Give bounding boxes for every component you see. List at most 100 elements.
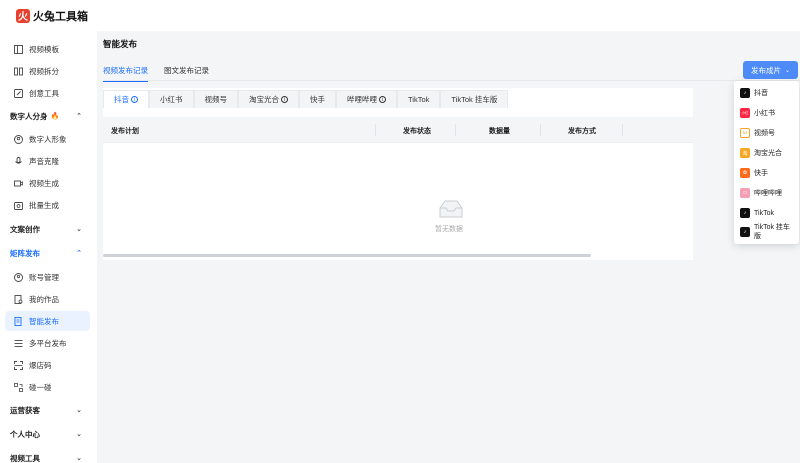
video-icon [13, 178, 23, 188]
platform-tab-label: 抖音 [114, 95, 129, 104]
sidebar-item-label: 碰一碰 [29, 382, 52, 392]
mic-icon [13, 156, 23, 166]
sidebar-item-batch-generate[interactable]: 批量生成 [5, 195, 90, 215]
sidebar-item-digital-avatar[interactable]: 数字人形象 [5, 129, 90, 149]
platform-tab-shipinhao[interactable]: 视频号 [193, 90, 238, 108]
main-content: 智能发布 视频发布记录 图文发布记录 发布成片 ⌄ 抖音 i 小红书 视频号 淘宝… [97, 31, 800, 463]
scan-icon [13, 360, 23, 370]
sidebar-group-operations[interactable]: 运营获客 ⌄ [0, 401, 97, 419]
platform-tab-bilibili[interactable]: 哔哩哔哩 i [336, 90, 397, 108]
empty-state-text: 暂无数据 [435, 226, 463, 233]
sidebar-item-my-works[interactable]: 我的作品 [5, 289, 90, 309]
tiktok-icon: ♪ [740, 208, 750, 218]
sidebar-item-shop-code[interactable]: 爆店码 [5, 355, 90, 375]
sidebar-group-digital-human[interactable]: 数字人分身 🔥 ⌃ [0, 107, 97, 125]
sidebar-group-label: 文案创作 [10, 224, 40, 234]
dropdown-item-douyin[interactable]: ♪ 抖音 [740, 85, 796, 101]
sidebar-item-label: 批量生成 [29, 200, 59, 210]
dropdown-item-label: 小红书 [754, 110, 775, 117]
sidebar-item-label: 视频生成 [29, 178, 59, 188]
empty-inbox-icon [438, 199, 464, 221]
platform-tab-label: 哔哩哔哩 [347, 95, 377, 104]
dropdown-item-taobao[interactable]: 淘 淘宝光合 [740, 145, 796, 161]
dropdown-item-label: TikTok 挂车版 [754, 224, 790, 240]
sidebar-group-personal[interactable]: 个人中心 ⌄ [0, 425, 97, 443]
records-panel: 抖音 i 小红书 视频号 淘宝光合 i 快手 哔哩哔哩 i TikTok TikTok… [103, 88, 693, 260]
chevron-down-icon: ⌄ [76, 431, 82, 438]
hot-badge: 🔥 [50, 113, 60, 120]
dropdown-item-label: TikTok [754, 209, 774, 217]
dropdown-item-xiaohongshu[interactable]: 小红 小红书 [740, 105, 796, 121]
dropdown-item-label: 快手 [754, 170, 768, 177]
split-icon [13, 66, 23, 76]
sidebar-group-label: 数字人分身 [10, 111, 48, 121]
sidebar-group-matrix-publish[interactable]: 矩阵发布 ⌃ [0, 244, 97, 262]
column-divider [375, 124, 376, 136]
publish-icon [13, 316, 23, 326]
platform-tab-taobao[interactable]: 淘宝光合 i [238, 90, 299, 108]
works-icon [13, 294, 23, 304]
sidebar-item-label: 多平台发布 [29, 338, 67, 348]
platform-tab-label: 小红书 [160, 95, 183, 104]
info-icon: i [379, 96, 386, 103]
nfc-icon [13, 382, 23, 392]
sidebar-item-video-split[interactable]: 视频拆分 [5, 61, 90, 81]
column-header: 发布方式 [568, 128, 596, 135]
dropdown-item-kuaishou[interactable]: ✿ 快手 [740, 165, 796, 181]
chevron-down-icon: ⌄ [76, 455, 82, 462]
platform-tab-xiaohongshu[interactable]: 小红书 [149, 90, 194, 108]
platform-tab-label: 淘宝光合 [249, 95, 279, 104]
sidebar-group-video-tools[interactable]: 视频工具 ⌄ [0, 449, 97, 463]
sidebar-item-account-manage[interactable]: 账号管理 [5, 267, 90, 287]
sidebar-item-label: 视频拆分 [29, 66, 59, 76]
platform-tab-tiktok-shop[interactable]: TikTok 挂车版 [440, 90, 509, 108]
chevron-down-icon: ⌄ [76, 407, 82, 414]
publish-video-button[interactable]: 发布成片 ⌄ [743, 61, 798, 79]
sidebar-item-label: 智能发布 [29, 316, 59, 326]
bilibili-icon: ▭ [740, 188, 750, 198]
sidebar-group-label: 视频工具 [10, 453, 40, 463]
page-title: 智能发布 [103, 39, 138, 49]
sidebar-item-label: 爆店码 [29, 360, 52, 370]
chevron-down-icon: ⌄ [784, 67, 791, 74]
platform-tab-tiktok[interactable]: TikTok [397, 90, 441, 108]
sidebar-group-copywriting[interactable]: 文案创作 ⌄ [0, 220, 97, 238]
sidebar: 视频模板 视频拆分 创意工具 数字人分身 🔥 ⌃ 数字人形象 声音克隆 视频生成… [0, 31, 97, 463]
sidebar-item-creative-tools[interactable]: 创意工具 [5, 83, 90, 103]
publish-button-label: 发布成片 [750, 65, 781, 75]
platform-tab-kuaishou[interactable]: 快手 [299, 90, 336, 108]
layout-icon [13, 44, 23, 54]
taobao-icon: 淘 [740, 148, 750, 158]
edit-icon [13, 88, 23, 98]
column-header: 发布状态 [403, 128, 431, 135]
kuaishou-icon: ✿ [740, 168, 750, 178]
dropdown-item-tiktok[interactable]: ♪ TikTok [740, 205, 796, 221]
sidebar-group-label: 运营获客 [10, 405, 40, 415]
sidebar-group-label: 个人中心 [10, 429, 40, 439]
sidebar-item-label: 创意工具 [29, 88, 59, 98]
sidebar-item-label: 账号管理 [29, 272, 59, 282]
dropdown-item-bilibili[interactable]: ▭ 哔哩哔哩 [740, 185, 796, 201]
sidebar-item-label: 声音克隆 [29, 156, 59, 166]
horizontal-scrollbar[interactable] [103, 254, 591, 257]
sidebar-item-multi-platform[interactable]: 多平台发布 [5, 333, 90, 353]
avatar-icon [13, 134, 23, 144]
info-icon: i [281, 96, 288, 103]
multi-icon [13, 338, 23, 348]
sidebar-item-video-template[interactable]: 视频模板 [5, 39, 90, 59]
publish-platform-dropdown: ♪ 抖音 小红 小红书 ω 视频号 淘 淘宝光合 ✿ 快手 ▭ 哔哩哔哩 ♪ T… [734, 81, 799, 244]
douyin-icon: ♪ [740, 88, 750, 98]
sidebar-item-smart-publish[interactable]: 智能发布 [5, 311, 90, 331]
dropdown-item-shipinhao[interactable]: ω 视频号 [740, 125, 796, 141]
dropdown-item-label: 哔哩哔哩 [754, 190, 782, 197]
platform-tab-douyin[interactable]: 抖音 i [103, 90, 149, 108]
sidebar-item-label: 数字人形象 [29, 134, 67, 144]
dropdown-item-label: 淘宝光合 [754, 150, 782, 157]
sidebar-item-voice-clone[interactable]: 声音克隆 [5, 151, 90, 171]
chevron-up-icon: ⌃ [76, 113, 82, 120]
app-logo: 火 [16, 8, 30, 23]
sidebar-item-video-generate[interactable]: 视频生成 [5, 173, 90, 193]
sidebar-item-tap[interactable]: 碰一碰 [5, 377, 90, 397]
shipinhao-icon: ω [740, 128, 750, 138]
dropdown-item-tiktok-shop[interactable]: ♪ TikTok 挂车版 [740, 220, 796, 244]
